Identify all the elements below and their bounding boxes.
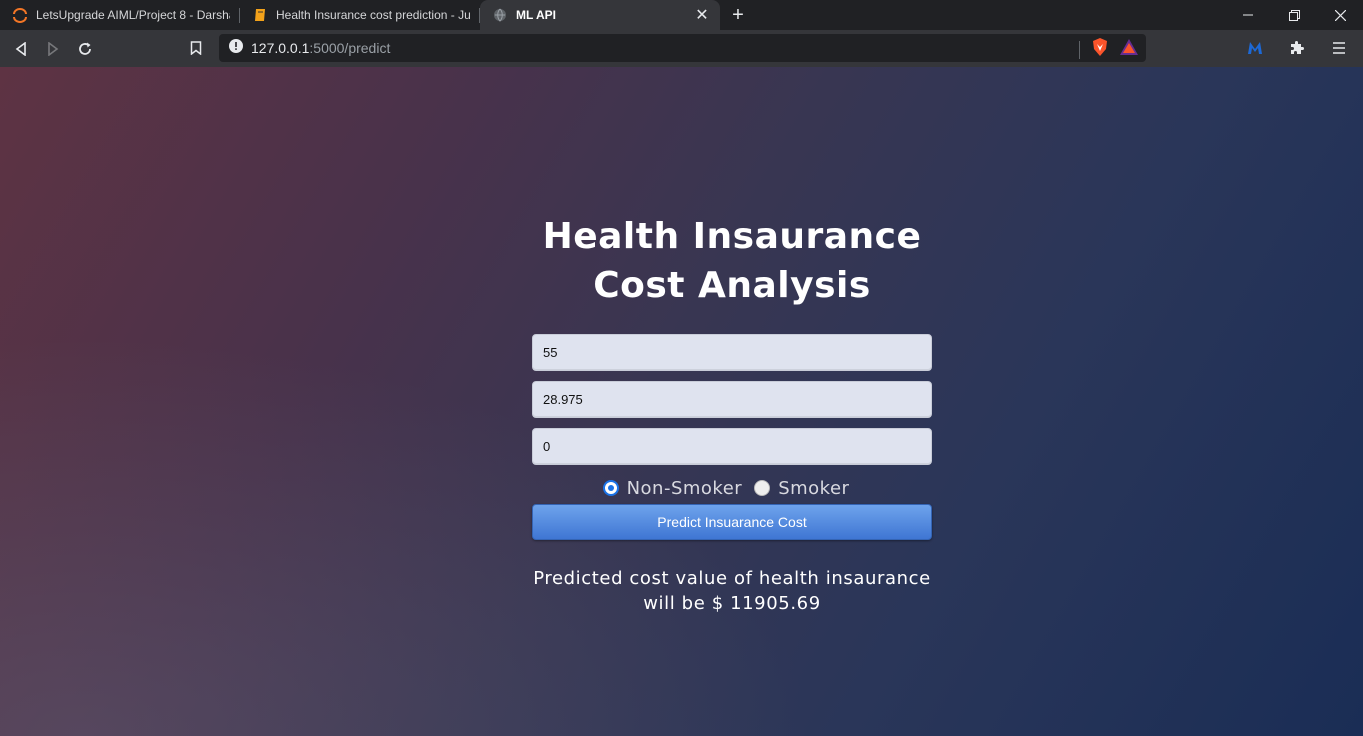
- smoker-radio[interactable]: [754, 480, 771, 496]
- globe-icon: [492, 7, 508, 23]
- new-tab-button[interactable]: +: [724, 0, 752, 30]
- page-content: Health Insaurance Cost Analysis Non-Smok…: [0, 67, 1363, 736]
- result-line-1: Predicted cost value of health insauranc…: [533, 568, 931, 589]
- reload-icon[interactable]: [69, 33, 101, 65]
- children-input[interactable]: [532, 428, 932, 465]
- tab-health-insurance-notebook[interactable]: Health Insurance cost prediction - Jupyt…: [240, 0, 480, 30]
- prediction-result: Predicted cost value of health insauranc…: [532, 566, 932, 616]
- tab-jupyter-project[interactable]: LetsUpgrade AIML/Project 8 - Darshan: [0, 0, 240, 30]
- tab-title: ML API: [516, 8, 557, 22]
- predict-button[interactable]: Predict Insuarance Cost: [532, 504, 932, 540]
- menu-icon[interactable]: [1323, 32, 1355, 64]
- window-close-icon[interactable]: [1317, 0, 1363, 30]
- close-icon[interactable]: ✕: [694, 7, 710, 24]
- url-text: 127.0.0.1:5000/predict: [251, 40, 391, 56]
- tab-ml-api[interactable]: ML API ✕: [480, 0, 720, 30]
- smoker-label: Smoker: [778, 477, 850, 499]
- smoker-radio-group: Non-Smoker Smoker: [532, 475, 932, 501]
- address-bar[interactable]: 127.0.0.1:5000/predict: [219, 34, 1146, 62]
- info-icon[interactable]: [229, 38, 243, 58]
- tab-title: LetsUpgrade AIML/Project 8 - Darshan: [36, 8, 230, 22]
- restore-icon[interactable]: [1271, 0, 1317, 30]
- prediction-form: Health Insaurance Cost Analysis Non-Smok…: [532, 212, 932, 616]
- tab-strip: LetsUpgrade AIML/Project 8 - Darshan Hea…: [0, 0, 1363, 30]
- divider: [1079, 40, 1080, 59]
- browser-toolbar: 127.0.0.1:5000/predict: [0, 30, 1363, 67]
- forward-icon[interactable]: [37, 33, 69, 65]
- extensions-area: [1239, 32, 1355, 64]
- tab-title: Health Insurance cost prediction - Jupyt…: [276, 8, 470, 22]
- omnibox-actions: [1079, 38, 1138, 61]
- malwarebytes-icon[interactable]: [1239, 32, 1271, 64]
- brave-rewards-icon[interactable]: [1120, 39, 1138, 60]
- age-input[interactable]: [532, 334, 932, 371]
- notebook-icon: [252, 7, 268, 23]
- bmi-input[interactable]: [532, 381, 932, 418]
- minimize-icon[interactable]: [1225, 0, 1271, 30]
- jupyter-icon: [12, 7, 28, 23]
- window-controls: [1225, 0, 1363, 30]
- extensions-puzzle-icon[interactable]: [1281, 32, 1313, 64]
- non-smoker-radio[interactable]: [602, 480, 619, 496]
- page-title: Health Insaurance Cost Analysis: [542, 216, 922, 306]
- back-icon[interactable]: [5, 33, 37, 65]
- bookmark-icon[interactable]: [180, 32, 212, 64]
- brave-shield-icon[interactable]: [1092, 38, 1108, 61]
- result-line-2: will be $ 11905.69: [643, 593, 821, 614]
- non-smoker-label: Non-Smoker: [626, 477, 743, 499]
